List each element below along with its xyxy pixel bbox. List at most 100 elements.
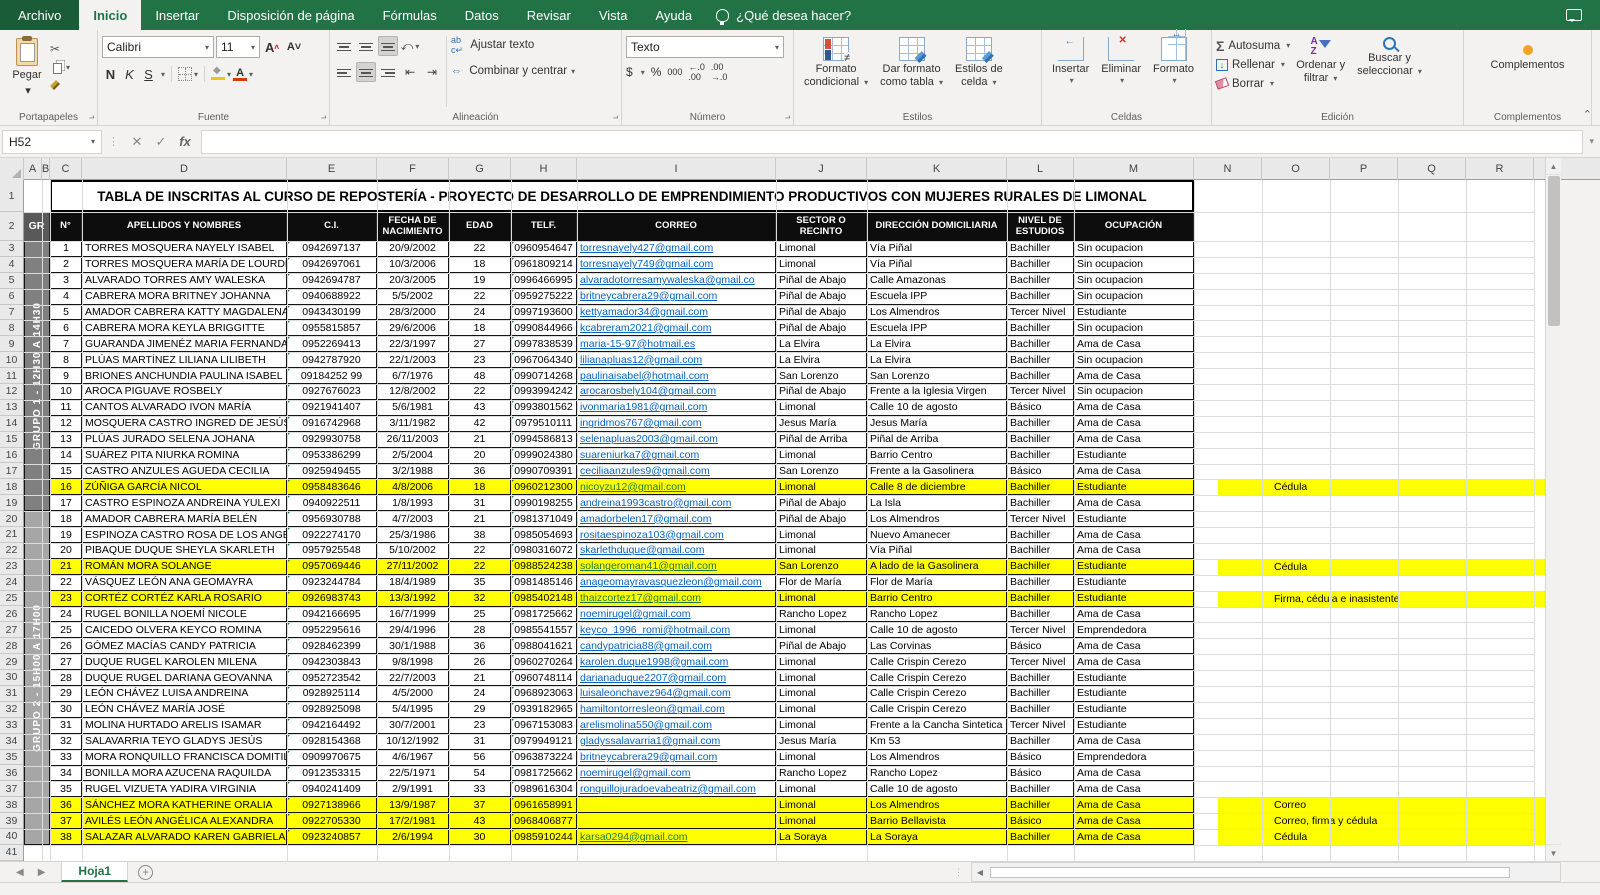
- cell-ci[interactable]: 0922705330: [287, 813, 377, 829]
- cell-ci[interactable]: 09184252 99: [287, 368, 377, 384]
- cell-nombre[interactable]: RUGEL BONILLA NOEMÍ NICOLE: [82, 607, 287, 623]
- cell-edad[interactable]: 54: [449, 766, 511, 782]
- email-link[interactable]: alvaradotorresamywaleska@gmail.co: [580, 274, 755, 286]
- cell-telf[interactable]: 0980316072: [511, 543, 577, 559]
- header-cell[interactable]: TELF.: [511, 212, 577, 241]
- cell-edad[interactable]: 56: [449, 750, 511, 766]
- cell-ci[interactable]: 0921941407: [287, 400, 377, 416]
- cell-nombre[interactable]: CAICEDO OLVERA KEYCO ROMINA: [82, 622, 287, 638]
- cell-fecha[interactable]: 2/6/1994: [377, 829, 449, 845]
- email-link[interactable]: torresnayely427@gmail.com: [580, 242, 713, 254]
- cell-sector[interactable]: Flor de María: [776, 575, 867, 591]
- row-header-37[interactable]: 37: [0, 781, 23, 797]
- cell-correo[interactable]: keyco_1996_romi@hotmail.com: [577, 622, 776, 638]
- email-link[interactable]: suareniurka7@gmail.com: [580, 449, 699, 461]
- cell-telf[interactable]: 0961809214: [511, 257, 577, 273]
- cell-edad[interactable]: 22: [449, 543, 511, 559]
- note-strip[interactable]: Cédula: [1218, 829, 1545, 845]
- email-link[interactable]: solangeroman41@gmail.com: [580, 560, 717, 572]
- cell-correo[interactable]: arelismolina550@gmail.com: [577, 718, 776, 734]
- cell-edad[interactable]: 22: [449, 384, 511, 400]
- cell-edad[interactable]: 30: [449, 829, 511, 845]
- cell-n[interactable]: 16: [50, 479, 82, 495]
- cell-telf[interactable]: 0968406877: [511, 813, 577, 829]
- cell-ocupacion[interactable]: Ama de Casa: [1074, 829, 1194, 845]
- cell-ocupacion[interactable]: Ama de Casa: [1074, 543, 1194, 559]
- scroll-up-icon[interactable]: ▲: [1546, 158, 1561, 175]
- cell-nivel[interactable]: Básico: [1007, 813, 1074, 829]
- cell-ci[interactable]: 0943430199: [287, 305, 377, 321]
- cell-nombre[interactable]: SALAZAR ALVARADO KAREN GABRIELA: [82, 829, 287, 845]
- cell-sector[interactable]: Rancho Lopez: [776, 607, 867, 623]
- cell-telf[interactable]: 0960748114: [511, 670, 577, 686]
- cell-n[interactable]: 21: [50, 559, 82, 575]
- cell-n[interactable]: 29: [50, 686, 82, 702]
- email-link[interactable]: skarlethduque@gmail.com: [580, 544, 704, 556]
- cell-nivel[interactable]: Bachiller: [1007, 495, 1074, 511]
- cell-n[interactable]: 9: [50, 368, 82, 384]
- fill-color-button[interactable]: ▾: [211, 64, 231, 84]
- cell-correo[interactable]: [577, 797, 776, 813]
- cell-sector[interactable]: Piñal de Abajo: [776, 511, 867, 527]
- cell-n[interactable]: 23: [50, 591, 82, 607]
- cell-ocupacion[interactable]: Estudiante: [1074, 591, 1194, 607]
- cell-telf[interactable]: 0979949121: [511, 734, 577, 750]
- cell-nivel[interactable]: Básico: [1007, 766, 1074, 782]
- clear-button[interactable]: Borrar▾: [1216, 74, 1290, 93]
- cell-correo[interactable]: amadorbelen17@gmail.com: [577, 511, 776, 527]
- email-link[interactable]: paulinaisabel@hotmail.com: [580, 370, 709, 382]
- cell-n[interactable]: 8: [50, 352, 82, 368]
- cell-direccion[interactable]: Barrio Centro: [867, 591, 1007, 607]
- cell-n[interactable]: 3: [50, 273, 82, 289]
- cell-telf[interactable]: 0981371049: [511, 511, 577, 527]
- row-header-40[interactable]: 40: [0, 829, 23, 845]
- cell-edad[interactable]: 43: [449, 400, 511, 416]
- cell-edad[interactable]: 19: [449, 273, 511, 289]
- cell-correo[interactable]: solangeroman41@gmail.com: [577, 559, 776, 575]
- cell-sector[interactable]: Jesus María: [776, 416, 867, 432]
- increase-decimal-icon[interactable]: ←.0.00: [688, 62, 705, 82]
- cell-direccion[interactable]: Barrio Centro: [867, 448, 1007, 464]
- row-header-31[interactable]: 31: [0, 686, 23, 702]
- email-link[interactable]: anageomayravasquezleon@gmail.com: [580, 576, 762, 588]
- cell-ci[interactable]: 0925949455: [287, 464, 377, 480]
- row-header-33[interactable]: 33: [0, 718, 23, 734]
- cell-nombre[interactable]: DUQUE RUGEL DARIANA GEOVANNA: [82, 670, 287, 686]
- cell-fecha[interactable]: 20/9/2002: [377, 241, 449, 257]
- column-header-C[interactable]: C: [50, 158, 82, 180]
- insert-cells-button[interactable]: Insertar▾: [1046, 34, 1095, 109]
- cell-correo[interactable]: candypatricia88@gmail.com: [577, 638, 776, 654]
- cell-ocupacion[interactable]: Ama de Casa: [1074, 781, 1194, 797]
- cell-sector[interactable]: San Lorenzo: [776, 559, 867, 575]
- header-cell[interactable]: EDAD: [449, 212, 511, 241]
- cell-telf[interactable]: 0994586813: [511, 432, 577, 448]
- addins-button[interactable]: Complementos: [1468, 34, 1587, 72]
- column-header-D[interactable]: D: [82, 158, 287, 180]
- align-right-icon[interactable]: [378, 62, 398, 82]
- cell-fecha[interactable]: 22/7/2003: [377, 670, 449, 686]
- column-header-R[interactable]: R: [1466, 158, 1534, 180]
- cell-edad[interactable]: 21: [449, 432, 511, 448]
- vertical-scrollbar[interactable]: ▲ ▼: [1545, 158, 1561, 861]
- cell-fecha[interactable]: 2/5/2004: [377, 448, 449, 464]
- group-band-2[interactable]: GRUPO 2 - 15H00 A 17H00: [24, 511, 50, 845]
- cell-direccion[interactable]: La Elvira: [867, 352, 1007, 368]
- row-header-9[interactable]: 9: [0, 336, 23, 352]
- cell-edad[interactable]: 38: [449, 527, 511, 543]
- row-header-3[interactable]: 3: [0, 241, 23, 257]
- cell-telf[interactable]: 0990709391: [511, 464, 577, 480]
- cell-n[interactable]: 14: [50, 448, 82, 464]
- header-cell[interactable]: NIVEL DE ESTUDIOS: [1007, 212, 1074, 241]
- cell-edad[interactable]: 32: [449, 591, 511, 607]
- cell-nombre[interactable]: ALVARADO TORRES AMY WALESKA: [82, 273, 287, 289]
- cell-nivel[interactable]: Tercer Nivel: [1007, 718, 1074, 734]
- cell-sector[interactable]: La Elvira: [776, 352, 867, 368]
- cell-telf[interactable]: 0989616304: [511, 781, 577, 797]
- cell-fecha[interactable]: 5/6/1981: [377, 400, 449, 416]
- cell-n[interactable]: 19: [50, 527, 82, 543]
- email-link[interactable]: darianaduque2207@gmail.com: [580, 672, 726, 684]
- cell-ci[interactable]: 0916742968: [287, 416, 377, 432]
- email-link[interactable]: andreina1993castro@gmail.com: [580, 497, 731, 509]
- email-link[interactable]: lilianapluas12@gmail.com: [580, 354, 702, 366]
- group-band-1[interactable]: GRUPO 1 - 12H30 A 14H30: [24, 241, 50, 511]
